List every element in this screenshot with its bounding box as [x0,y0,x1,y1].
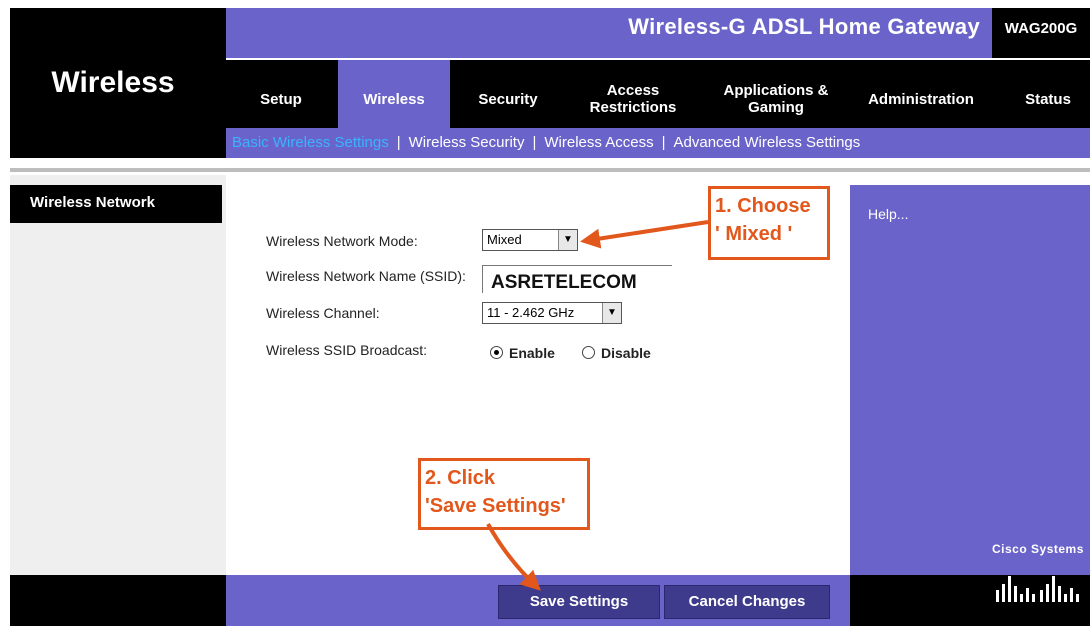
annotation-arrows [486,220,709,591]
arrow-to-save-button-icon [486,523,541,591]
arrow-to-mode-select-icon [580,220,709,249]
